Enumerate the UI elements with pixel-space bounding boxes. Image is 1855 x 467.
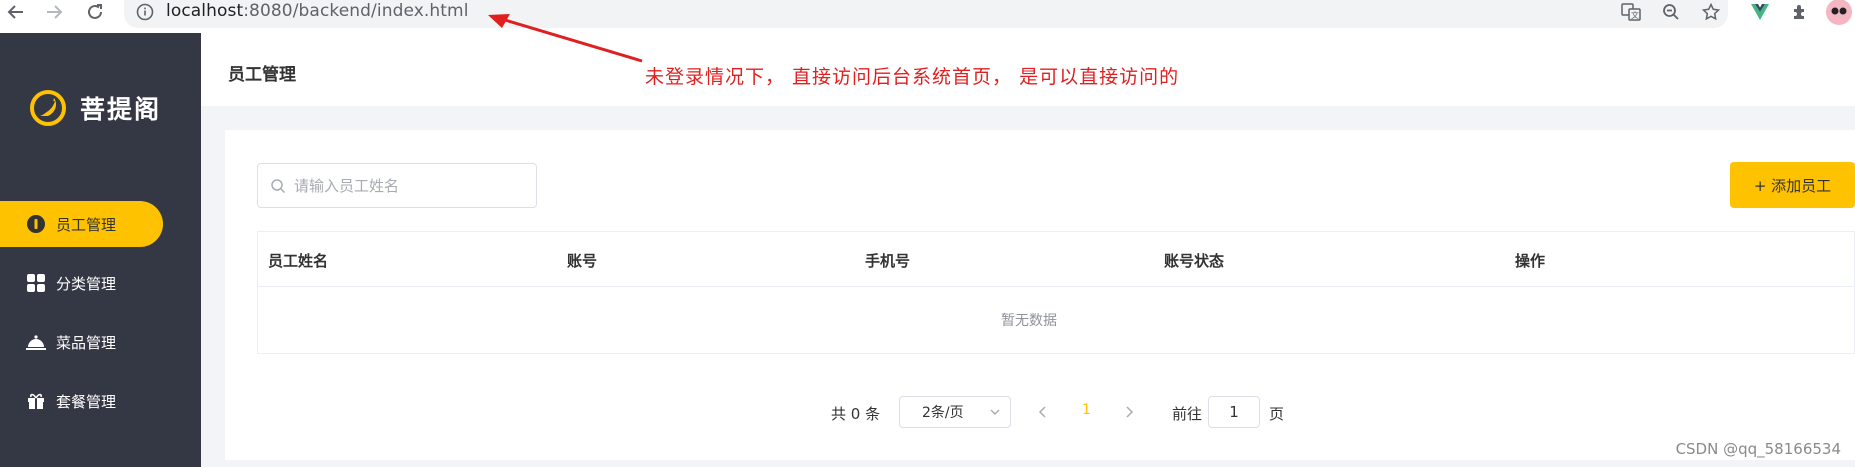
annotation-text: 未登录情况下， 直接访问后台系统首页， 是可以直接访问的: [645, 66, 1180, 88]
watermark: CSDN @qq_58166534: [1675, 440, 1841, 458]
